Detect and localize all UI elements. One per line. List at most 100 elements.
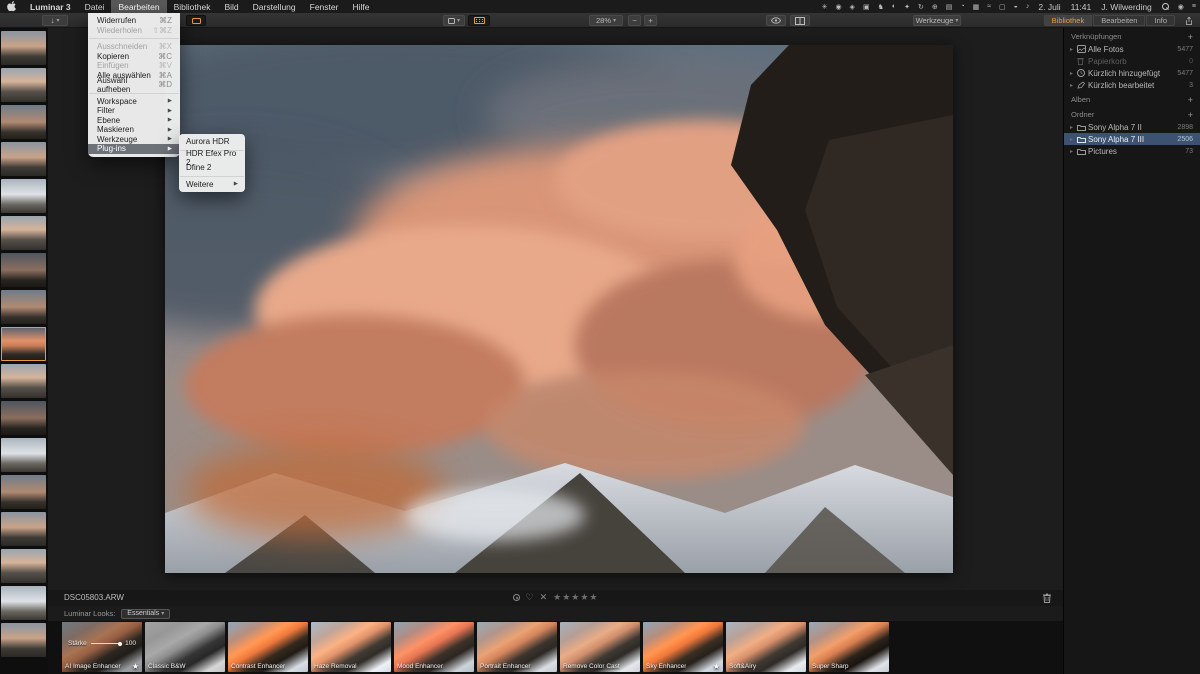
filmstrip-thumbnail[interactable] bbox=[1, 512, 46, 546]
folder-pictures[interactable]: ▸ Pictures 73 bbox=[1064, 145, 1200, 157]
filmstrip-thumbnail[interactable] bbox=[1, 216, 46, 250]
disclosure-icon[interactable]: ▸ bbox=[1070, 46, 1077, 53]
menubar-status-icon[interactable]: ♞ bbox=[874, 3, 888, 11]
menu-app-name[interactable]: Luminar 3 bbox=[23, 0, 78, 13]
color-label-icon[interactable] bbox=[513, 594, 520, 601]
menubar-status-icon[interactable]: ◐ bbox=[888, 3, 900, 10]
menubar-status-icon[interactable]: ◉ bbox=[831, 3, 845, 11]
star-rating[interactable]: ★★★★★ bbox=[553, 592, 598, 603]
tab-bibliothek[interactable]: Bibliothek bbox=[1044, 15, 1093, 26]
menu-item-aurora-hdr[interactable]: Aurora HDR bbox=[179, 137, 245, 147]
tab-bearbeiten[interactable]: Bearbeiten bbox=[1093, 15, 1145, 26]
filmstrip-thumbnail[interactable] bbox=[1, 623, 46, 657]
menubar-status-icon[interactable]: ✦ bbox=[900, 3, 914, 11]
filmstrip-view-button[interactable] bbox=[468, 15, 490, 26]
shortcut-kuerzlich-hinzugefuegt[interactable]: ▸ Kürzlich hinzugefügt 5477 bbox=[1064, 67, 1200, 79]
menu-hilfe[interactable]: Hilfe bbox=[345, 0, 376, 13]
preset-soft-airy[interactable]: Soft&Airy bbox=[726, 622, 806, 672]
menu-item-widerrufen[interactable]: Widerrufen ⌘Z bbox=[88, 16, 180, 26]
compare-button[interactable] bbox=[790, 15, 810, 26]
menu-item-weitere[interactable]: Weitere ▶ bbox=[179, 180, 245, 190]
looks-collection-dropdown[interactable]: Essentials ▾ bbox=[121, 609, 170, 619]
filmstrip-thumbnail-selected[interactable] bbox=[1, 327, 46, 361]
zoom-level-dropdown[interactable]: 28% ▾ bbox=[589, 15, 623, 26]
add-shortcut-button[interactable]: + bbox=[1188, 32, 1193, 42]
preset-favorite-star-icon[interactable]: ★ bbox=[713, 662, 720, 671]
apple-menu[interactable] bbox=[0, 0, 23, 13]
folder-sony-alpha-7-ii[interactable]: ▸ Sony Alpha 7 II 2898 bbox=[1064, 121, 1200, 133]
filmstrip-thumbnail[interactable] bbox=[1, 105, 46, 139]
menubar-date[interactable]: 2. Juli bbox=[1033, 2, 1065, 12]
menu-item-ebene[interactable]: Ebene ▶ bbox=[88, 116, 180, 126]
preset-super-sharp[interactable]: Super Sharp bbox=[809, 622, 889, 672]
menu-item-auswahl-aufheben[interactable]: Auswahl aufheben ⌘D bbox=[88, 80, 180, 90]
menubar-status-icon[interactable]: ◒ bbox=[1010, 3, 1022, 10]
preset-ai-image-enhancer[interactable]: Stärke 100 AI Image Enhancer ★ bbox=[62, 622, 142, 672]
tools-dropdown[interactable]: Werkzeuge ▾ bbox=[913, 15, 961, 26]
filmstrip-thumbnail[interactable] bbox=[1, 290, 46, 324]
slider-knob[interactable] bbox=[118, 642, 122, 646]
main-photo[interactable] bbox=[165, 45, 953, 573]
menu-item-werkzeuge[interactable]: Werkzeuge ▶ bbox=[88, 135, 180, 145]
filmstrip-thumbnail[interactable] bbox=[1, 31, 46, 65]
menu-item-filter[interactable]: Filter ▶ bbox=[88, 106, 180, 116]
filmstrip-thumbnail[interactable] bbox=[1, 364, 46, 398]
filmstrip-thumbnail[interactable] bbox=[1, 142, 46, 176]
disclosure-icon[interactable]: ▸ bbox=[1070, 124, 1077, 131]
menubar-status-icon[interactable]: ▢ bbox=[995, 3, 1010, 11]
menubar-status-icon[interactable]: ♪ bbox=[1022, 3, 1034, 10]
spotlight-search-icon[interactable] bbox=[1162, 3, 1169, 10]
siri-icon[interactable]: ◉ bbox=[1174, 3, 1188, 11]
filmstrip-thumbnail[interactable] bbox=[1, 68, 46, 102]
menu-item-plug-ins[interactable]: Plug-ins ▶ bbox=[88, 144, 180, 154]
shortcut-papierkorb[interactable]: Papierkorb 0 bbox=[1064, 55, 1200, 67]
shortcut-alle-fotos[interactable]: ▸ Alle Fotos 5477 bbox=[1064, 43, 1200, 55]
menubar-time[interactable]: 11:41 bbox=[1066, 2, 1097, 12]
menubar-status-icon[interactable]: ≈ bbox=[983, 3, 995, 10]
notification-center-icon[interactable]: ≡ bbox=[1188, 3, 1200, 10]
filmstrip-thumbnail[interactable] bbox=[1, 475, 46, 509]
quick-preview-button[interactable] bbox=[766, 15, 786, 26]
filmstrip-thumbnail[interactable] bbox=[1, 549, 46, 583]
menu-item-kopieren[interactable]: Kopieren ⌘C bbox=[88, 52, 180, 62]
add-album-button[interactable]: + bbox=[1188, 95, 1193, 105]
menu-bearbeiten[interactable]: Bearbeiten bbox=[111, 0, 166, 13]
menu-item-workspace[interactable]: Workspace ▶ bbox=[88, 97, 180, 107]
menu-bibliothek[interactable]: Bibliothek bbox=[167, 0, 218, 13]
disclosure-icon[interactable]: ▸ bbox=[1070, 136, 1077, 143]
folder-sony-alpha-7-iii[interactable]: ▸ Sony Alpha 7 III 2506 bbox=[1064, 133, 1200, 145]
preset-haze-removal[interactable]: Haze Removal bbox=[311, 622, 391, 672]
trash-button[interactable] bbox=[1043, 593, 1051, 603]
single-view-button[interactable] bbox=[186, 15, 206, 26]
preset-mood-enhancer[interactable]: Mood Enhancer bbox=[394, 622, 474, 672]
menubar-status-icon[interactable]: ⊕ bbox=[928, 3, 942, 11]
menu-darstellung[interactable]: Darstellung bbox=[246, 0, 303, 13]
menubar-status-icon[interactable]: ▤ bbox=[942, 3, 957, 11]
filmstrip-thumbnail[interactable] bbox=[1, 401, 46, 435]
disclosure-icon[interactable]: ▸ bbox=[1070, 82, 1077, 89]
shortcut-kuerzlich-bearbeitet[interactable]: ▸ Kürzlich bearbeitet 3 bbox=[1064, 79, 1200, 91]
zoom-out-button[interactable]: − bbox=[628, 15, 641, 26]
menubar-user[interactable]: J. Wilwerding bbox=[1096, 2, 1157, 12]
disclosure-icon[interactable]: ▸ bbox=[1070, 148, 1077, 155]
menu-datei[interactable]: Datei bbox=[78, 0, 112, 13]
menubar-status-icon[interactable]: ◈ bbox=[846, 3, 859, 11]
menubar-status-icon[interactable]: ✳ bbox=[818, 3, 832, 11]
menubar-status-icon[interactable]: ↻ bbox=[914, 3, 928, 11]
filmstrip-thumbnail[interactable] bbox=[1, 253, 46, 287]
favorite-heart-icon[interactable]: ♡ bbox=[526, 592, 534, 603]
preset-contrast-enhancer[interactable]: Contrast Enhancer bbox=[228, 622, 308, 672]
add-folder-button[interactable]: + bbox=[1188, 110, 1193, 120]
preset-classic-bw[interactable]: Classic B&W bbox=[145, 622, 225, 672]
reject-icon[interactable]: ✕ bbox=[540, 592, 548, 603]
gallery-view-button[interactable]: ▾ bbox=[443, 15, 465, 26]
menu-bild[interactable]: Bild bbox=[217, 0, 245, 13]
disclosure-icon[interactable]: ▸ bbox=[1070, 70, 1077, 77]
filmstrip-thumbnail[interactable] bbox=[1, 586, 46, 620]
menu-item-maskieren[interactable]: Maskieren ▶ bbox=[88, 125, 180, 135]
menubar-status-icon[interactable]: ▦ bbox=[969, 3, 984, 11]
export-button[interactable]: ↓ ▾ bbox=[42, 15, 68, 26]
strength-slider[interactable]: Stärke 100 bbox=[68, 640, 136, 647]
menubar-status-icon[interactable]: ▣ bbox=[859, 3, 874, 11]
preset-remove-color-cast[interactable]: Remove Color Cast bbox=[560, 622, 640, 672]
